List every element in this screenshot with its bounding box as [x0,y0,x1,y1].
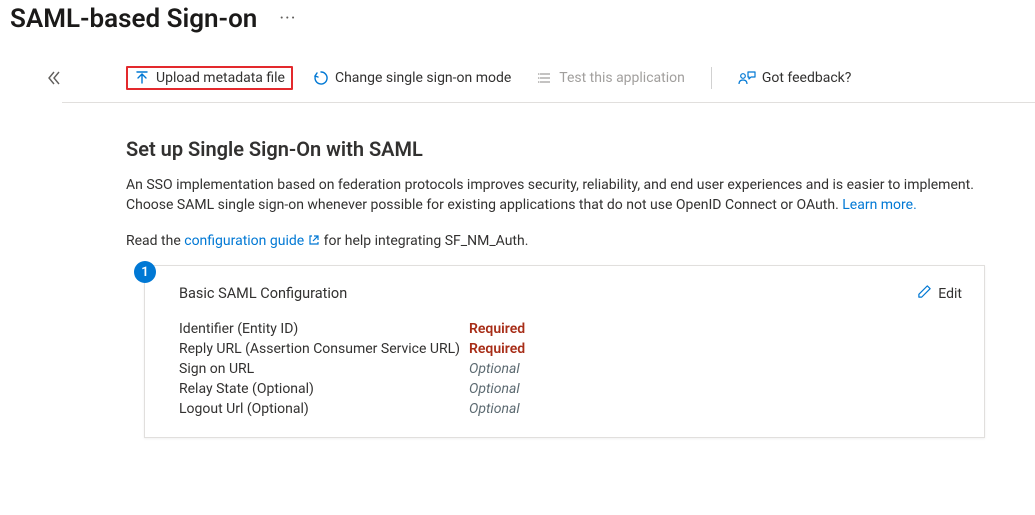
edit-button[interactable]: Edit [917,284,962,303]
guide-suffix: for help integrating SF_NM_Auth. [320,233,528,249]
undo-icon [313,70,329,86]
test-application-label: Test this application [559,70,685,86]
configuration-guide-link[interactable]: configuration guide [184,233,320,249]
section-heading: Set up Single Sign-On with SAML [126,137,985,161]
step-badge: 1 [134,261,156,283]
pencil-icon [917,284,932,303]
toolbar-divider-line [62,102,1035,103]
person-feedback-icon [738,70,756,86]
config-field-value: Optional [469,381,520,397]
config-field-value: Optional [469,401,520,417]
upload-metadata-button[interactable]: Upload metadata file [126,66,293,90]
upload-metadata-label: Upload metadata file [156,70,285,86]
feedback-button[interactable]: Got feedback? [732,66,858,90]
page-title: SAML-based Sign-on [10,4,257,34]
configuration-guide-label: configuration guide [184,233,304,249]
external-link-icon [308,233,320,249]
config-field-label: Identifier (Entity ID) [179,321,469,337]
config-field-label: Logout Url (Optional) [179,401,469,417]
config-field-label: Reply URL (Assertion Consumer Service UR… [179,341,469,357]
list-icon [537,70,553,86]
upload-icon [134,70,150,86]
toolbar-divider [711,67,712,89]
intro-paragraph: An SSO implementation based on federatio… [126,175,985,215]
guide-line: Read the configuration guide for help in… [126,233,985,249]
collapse-rail-button[interactable] [46,70,62,438]
feedback-label: Got feedback? [762,70,852,86]
config-field-row: Relay State (Optional)Optional [179,379,962,399]
config-field-label: Sign on URL [179,361,469,377]
toolbar: Upload metadata file Change single sign-… [126,66,985,90]
guide-prefix: Read the [126,233,184,249]
change-mode-label: Change single sign-on mode [335,70,511,86]
test-application-button: Test this application [531,66,691,90]
card-title: Basic SAML Configuration [179,285,347,302]
learn-more-link[interactable]: Learn more. [842,197,917,213]
config-field-label: Relay State (Optional) [179,381,469,397]
config-field-row: Reply URL (Assertion Consumer Service UR… [179,339,962,359]
basic-saml-card: Basic SAML Configuration Edit Identifier… [144,265,985,438]
config-field-value: Required [469,321,525,337]
config-field-value: Required [469,341,525,357]
edit-label: Edit [938,286,962,302]
config-field-value: Optional [469,361,520,377]
more-actions-button[interactable]: ··· [275,8,300,30]
chevron-double-left-icon [46,70,62,86]
config-field-row: Logout Url (Optional)Optional [179,399,962,419]
change-mode-button[interactable]: Change single sign-on mode [307,66,517,90]
config-field-row: Identifier (Entity ID)Required [179,319,962,339]
config-field-row: Sign on URLOptional [179,359,962,379]
